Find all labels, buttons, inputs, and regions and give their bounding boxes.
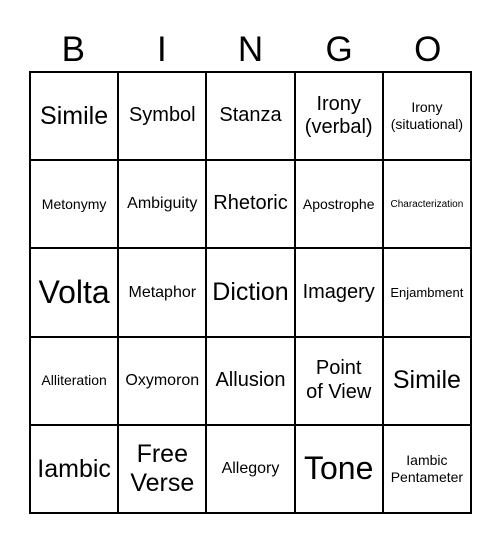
bingo-cell-g5[interactable]: Tone xyxy=(294,424,383,513)
bingo-cell-b4[interactable]: Alliteration xyxy=(30,336,119,425)
bingo-cell-i3[interactable]: Metaphor xyxy=(118,248,207,337)
header-letter-b: B xyxy=(61,30,85,69)
cell-label: Allegory xyxy=(221,459,280,477)
bingo-header: B I N G O xyxy=(29,28,472,72)
cell-label: Characterization xyxy=(390,198,464,210)
cell-label: Simile xyxy=(40,101,109,130)
bingo-cell-o5[interactable]: Iambic Pentameter xyxy=(382,424,471,513)
bingo-cell-n5[interactable]: Allegory xyxy=(206,424,295,513)
cell-label: Iambic Pentameter xyxy=(390,452,464,485)
cell-label: Rhetoric xyxy=(213,192,288,215)
bingo-cell-b3[interactable]: Volta xyxy=(30,248,119,337)
bingo-cell-i1[interactable]: Symbol xyxy=(118,72,207,161)
cell-label: Iambic xyxy=(37,454,111,483)
bingo-cell-i4[interactable]: Oxymoron xyxy=(118,336,207,425)
bingo-board: Simile Symbol Stanza Irony (verbal) Irony (s… xyxy=(29,71,472,514)
bingo-cell-o2[interactable]: Characterization xyxy=(382,160,471,249)
bingo-cell-n4[interactable]: Allusion xyxy=(206,336,295,425)
header-letter-o: O xyxy=(414,30,442,69)
cell-label: Apostrophe xyxy=(302,195,375,212)
cell-label: Irony (situational) xyxy=(390,99,464,133)
bingo-cell-b5[interactable]: Iambic xyxy=(30,424,119,513)
bingo-cell-g2[interactable]: Apostrophe xyxy=(294,160,383,249)
header-letter-i: I xyxy=(157,30,167,69)
bingo-cell-n2[interactable]: Rhetoric xyxy=(206,160,295,249)
cell-label: Allusion xyxy=(215,368,286,391)
cell-label: Ambiguity xyxy=(127,195,198,213)
bingo-cell-o4[interactable]: Simile xyxy=(382,336,471,425)
bingo-cell-o1[interactable]: Irony (situational) xyxy=(382,72,471,161)
cell-label: Volta xyxy=(38,273,110,310)
cell-label: Tone xyxy=(304,450,374,487)
header-letter-g: G xyxy=(325,30,353,69)
bingo-cell-g4[interactable]: Point of View xyxy=(294,336,383,425)
bingo-cell-i5[interactable]: Free Verse xyxy=(118,424,207,513)
cell-label: Simile xyxy=(392,366,461,395)
bingo-cell-b2[interactable]: Metonymy xyxy=(30,160,119,249)
cell-label: Free Verse xyxy=(130,440,195,497)
header-letter-n: N xyxy=(237,30,264,69)
cell-label: Metaphor xyxy=(128,283,197,301)
cell-label: Irony (verbal) xyxy=(304,92,373,139)
bingo-cell-i2[interactable]: Ambiguity xyxy=(118,160,207,249)
bingo-cell-n1[interactable]: Stanza xyxy=(206,72,295,161)
bingo-cell-b1[interactable]: Simile xyxy=(30,72,119,161)
cell-label: Point of View xyxy=(306,357,372,403)
cell-label: Oxymoron xyxy=(125,371,200,389)
cell-label: Symbol xyxy=(128,104,196,127)
cell-label: Stanza xyxy=(219,104,282,127)
cell-label: Metonymy xyxy=(41,195,107,212)
cell-label: Enjambment xyxy=(390,284,464,300)
bingo-cell-o3[interactable]: Enjambment xyxy=(382,248,471,337)
bingo-cell-g3[interactable]: Imagery xyxy=(294,248,383,337)
cell-label: Alliteration xyxy=(41,372,107,389)
cell-label: Diction xyxy=(212,278,289,307)
bingo-cell-g1[interactable]: Irony (verbal) xyxy=(294,72,383,161)
bingo-cell-n3[interactable]: Diction xyxy=(206,248,295,337)
cell-label: Imagery xyxy=(302,280,375,303)
